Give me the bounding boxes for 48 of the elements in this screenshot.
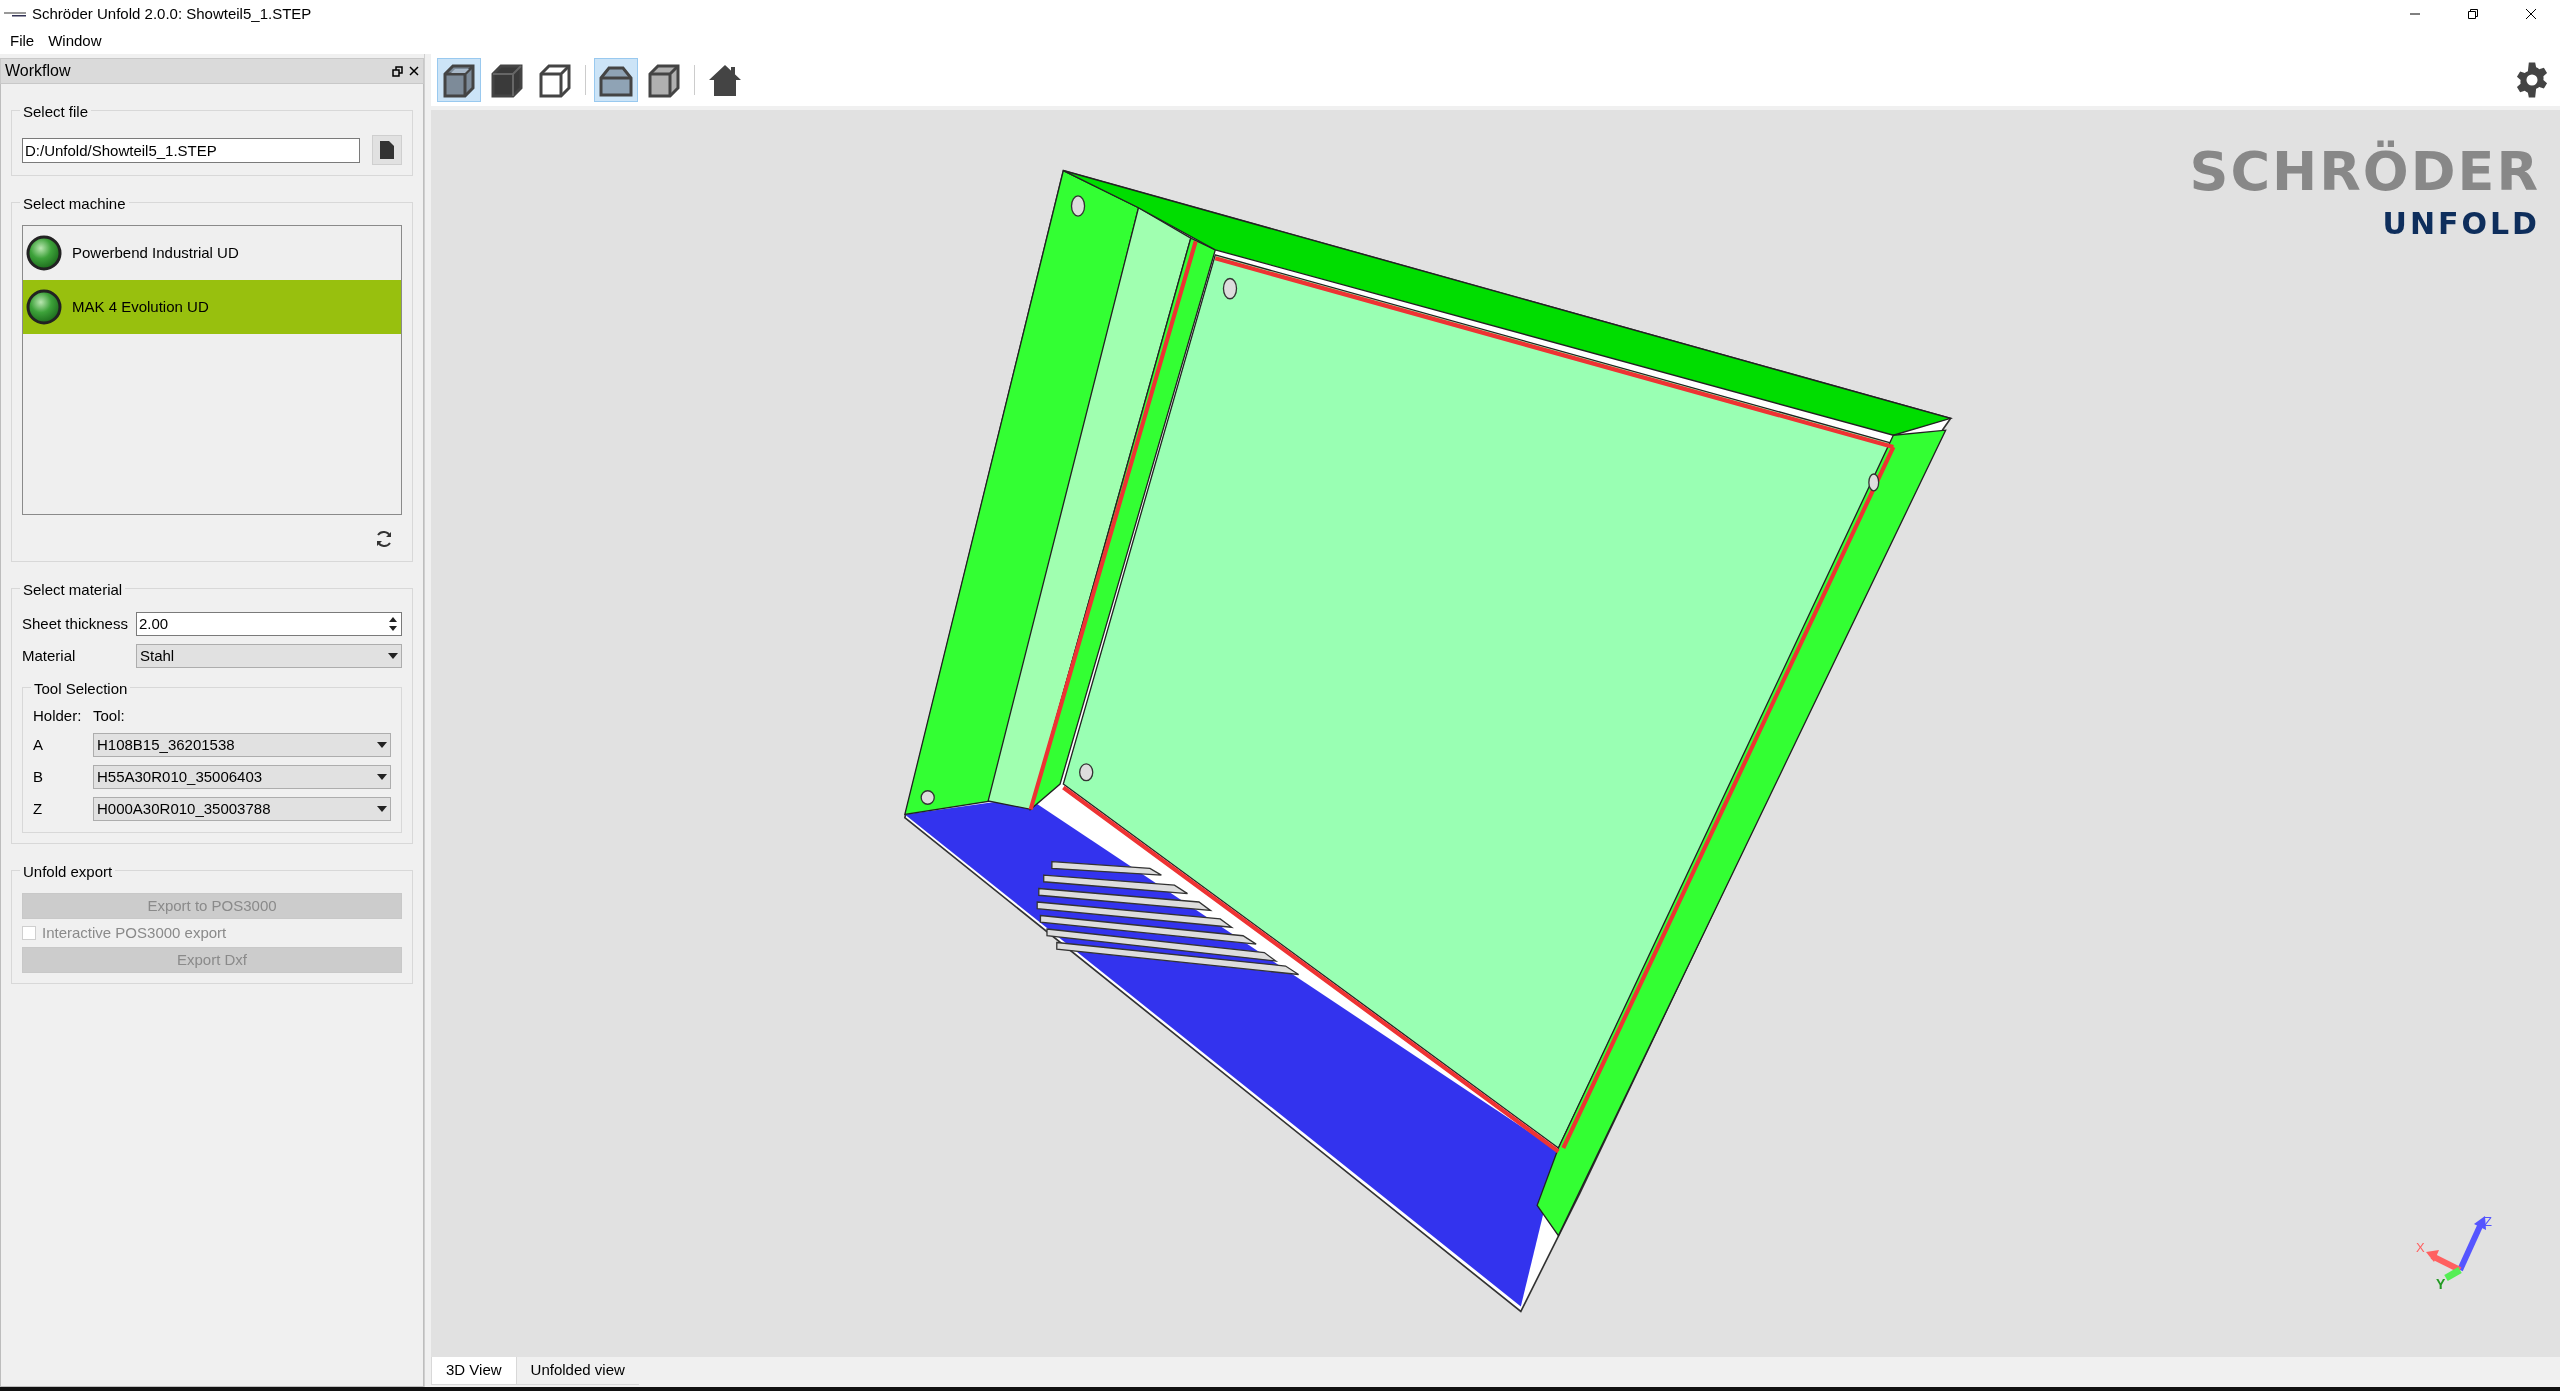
caret-icon	[377, 774, 387, 780]
cube-icon	[489, 62, 525, 98]
menu-item[interactable]: Window	[42, 29, 108, 53]
column-header: Tool:	[93, 705, 125, 726]
close-icon[interactable]	[409, 66, 419, 76]
cube-icon	[441, 62, 477, 98]
status-light-icon	[26, 289, 62, 325]
holder-label: A	[33, 734, 44, 755]
window-title: Schröder Unfold 2.0.0: Showteil5_1.STEP	[32, 3, 312, 24]
document-icon	[380, 141, 394, 159]
column-header: Holder:	[33, 705, 83, 726]
home-icon	[707, 62, 743, 98]
machine-item[interactable]: MAK 4 Evolution UD	[23, 280, 401, 334]
caret-icon	[377, 806, 387, 812]
tool-dropdown[interactable]: H000A30R010_35003788	[93, 797, 391, 821]
logo-subtitle: UNFOLD	[2382, 205, 2540, 242]
material-dropdown[interactable]: Stahl	[136, 644, 402, 668]
field-label: Sheet thickness	[22, 613, 129, 634]
view-tab[interactable]: 3D View	[431, 1357, 517, 1385]
dock-title: Workflow	[5, 61, 71, 81]
menu-item[interactable]: File	[4, 29, 41, 53]
spinbox-value: 2.00	[138, 613, 170, 634]
restore-icon	[2467, 8, 2479, 20]
machine-name: MAK 4 Evolution UD	[72, 296, 209, 317]
field-label: Material	[22, 645, 77, 666]
spin-arrows-icon[interactable]	[387, 615, 399, 633]
file-path-field[interactable]: D:/Unfold/Showteil5_1.STEP	[22, 137, 360, 163]
view-button[interactable]	[437, 58, 481, 102]
holder-label: B	[33, 766, 44, 787]
status-light-icon	[26, 235, 62, 271]
tool-dropdown[interactable]: H108B15_36201538	[93, 733, 391, 757]
logo-wordmark: SCHRÖDER	[2189, 139, 2540, 205]
cube-icon	[646, 62, 682, 98]
tool-dropdown[interactable]: H55A30R010_35006403	[93, 765, 391, 789]
sheet-thickness-spinbox[interactable]: 2.00	[136, 612, 402, 636]
view-button[interactable]	[594, 58, 638, 102]
app-logo-icon	[4, 10, 26, 18]
axis-triad-drawing: Z X Y	[2410, 1212, 2510, 1292]
browse-file-button[interactable]	[372, 135, 402, 165]
float-icon[interactable]	[392, 65, 403, 77]
machine-item[interactable]: Powerbend Industrial UD	[23, 226, 401, 280]
machine-name: Powerbend Industrial UD	[72, 242, 239, 263]
refresh-icon[interactable]	[374, 529, 394, 549]
caret-icon	[388, 653, 398, 659]
close-icon	[2525, 8, 2537, 20]
cube-icon	[537, 62, 573, 98]
caret-icon	[377, 742, 387, 748]
holder-label: Z	[33, 798, 44, 819]
